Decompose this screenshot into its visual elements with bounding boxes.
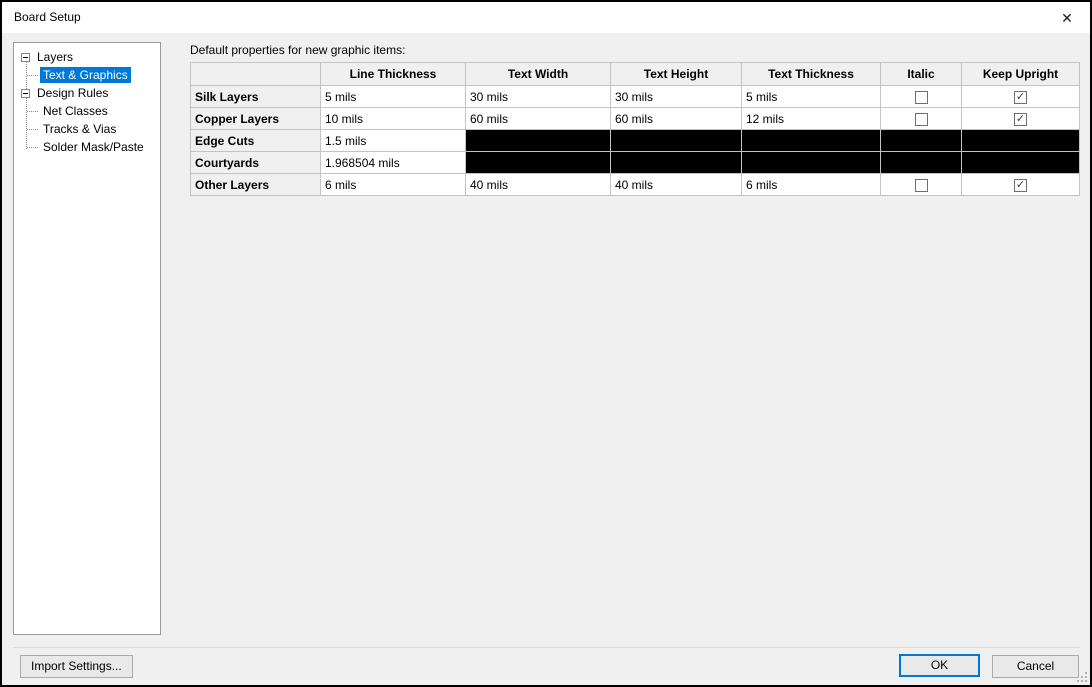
graphics-table-body: Silk Layers5 mils30 mils30 mils5 mils✓Co… <box>191 86 1080 196</box>
value-cell[interactable]: 40 mils <box>611 174 742 196</box>
import-settings-button[interactable]: Import Settings... <box>20 655 133 678</box>
italic-checkbox[interactable] <box>915 91 928 104</box>
value-cell[interactable]: 60 mils <box>611 108 742 130</box>
blacked-out-cell <box>881 152 962 174</box>
row-label: Courtyards <box>191 152 321 174</box>
default-properties-caption: Default properties for new graphic items… <box>190 43 405 57</box>
tree-item-label[interactable]: Tracks & Vias <box>40 121 119 137</box>
tree-item-label[interactable]: Design Rules <box>34 85 111 101</box>
col-header-keep-upright: Keep Upright <box>962 63 1080 86</box>
table-row: Other Layers6 mils40 mils40 mils6 mils✓ <box>191 174 1080 196</box>
italic-cell <box>881 86 962 108</box>
board-setup-dialog: Board Setup ✕ Layers Text & Graphics Des… <box>0 0 1092 687</box>
row-label: Silk Layers <box>191 86 321 108</box>
value-cell[interactable]: 6 mils <box>321 174 466 196</box>
tree-item-layers[interactable]: Layers <box>14 48 160 66</box>
resize-grip[interactable] <box>1076 671 1087 682</box>
tree-item-label[interactable]: Text & Graphics <box>40 67 131 83</box>
table-row: Silk Layers5 mils30 mils30 mils5 mils✓ <box>191 86 1080 108</box>
tree-item-label[interactable]: Layers <box>34 49 76 65</box>
collapse-icon[interactable] <box>21 89 30 98</box>
keep-upright-cell: ✓ <box>962 174 1080 196</box>
tree-item-label[interactable]: Net Classes <box>40 103 111 119</box>
title-bar: Board Setup ✕ <box>2 2 1090 33</box>
col-header-line-thickness: Line Thickness <box>321 63 466 86</box>
value-cell[interactable]: 1.968504 mils <box>321 152 466 174</box>
tree-stub <box>27 111 38 112</box>
tree-item-text-and-graphics[interactable]: Text & Graphics <box>14 66 160 84</box>
table-header-row: Line Thickness Text Width Text Height Te… <box>191 63 1080 86</box>
blacked-out-cell <box>962 152 1080 174</box>
window-title: Board Setup <box>14 2 81 33</box>
blacked-out-cell <box>611 130 742 152</box>
blacked-out-cell <box>742 130 881 152</box>
table-row: Courtyards1.968504 mils <box>191 152 1080 174</box>
col-header-text-thickness: Text Thickness <box>742 63 881 86</box>
italic-checkbox[interactable] <box>915 113 928 126</box>
ok-button[interactable]: OK <box>899 654 980 677</box>
blacked-out-cell <box>611 152 742 174</box>
value-cell[interactable]: 30 mils <box>611 86 742 108</box>
row-label: Copper Layers <box>191 108 321 130</box>
italic-checkbox[interactable] <box>915 179 928 192</box>
tree-stub <box>27 129 38 130</box>
blacked-out-cell <box>466 130 611 152</box>
blacked-out-cell <box>742 152 881 174</box>
col-header-italic: Italic <box>881 63 962 86</box>
tree-item-label[interactable]: Solder Mask/Paste <box>40 139 147 155</box>
tree-item-solder-mask-paste[interactable]: Solder Mask/Paste <box>14 138 160 156</box>
row-label: Edge Cuts <box>191 130 321 152</box>
blacked-out-cell <box>962 130 1080 152</box>
value-cell[interactable]: 60 mils <box>466 108 611 130</box>
value-cell[interactable]: 10 mils <box>321 108 466 130</box>
value-cell[interactable]: 5 mils <box>321 86 466 108</box>
settings-tree-panel: Layers Text & Graphics Design Rules Net … <box>13 42 161 635</box>
value-cell[interactable]: 5 mils <box>742 86 881 108</box>
collapse-icon[interactable] <box>21 53 30 62</box>
blacked-out-cell <box>466 152 611 174</box>
value-cell[interactable]: 6 mils <box>742 174 881 196</box>
col-header-text-width: Text Width <box>466 63 611 86</box>
corner-header-cell <box>191 63 321 86</box>
keep-upright-checkbox[interactable]: ✓ <box>1014 91 1027 104</box>
keep-upright-cell: ✓ <box>962 108 1080 130</box>
italic-cell <box>881 108 962 130</box>
blacked-out-cell <box>881 130 962 152</box>
value-cell[interactable]: 12 mils <box>742 108 881 130</box>
tree-stub <box>27 147 38 148</box>
table-row: Edge Cuts1.5 mils <box>191 130 1080 152</box>
settings-tree: Layers Text & Graphics Design Rules Net … <box>14 43 160 156</box>
tree-item-net-classes[interactable]: Net Classes <box>14 102 160 120</box>
row-label: Other Layers <box>191 174 321 196</box>
graphics-defaults-table: Line Thickness Text Width Text Height Te… <box>190 62 1080 196</box>
value-cell[interactable]: 30 mils <box>466 86 611 108</box>
tree-stub <box>27 75 38 76</box>
footer-divider <box>13 647 1080 648</box>
tree-item-tracks-and-vias[interactable]: Tracks & Vias <box>14 120 160 138</box>
col-header-text-height: Text Height <box>611 63 742 86</box>
table-row: Copper Layers10 mils60 mils60 mils12 mil… <box>191 108 1080 130</box>
cancel-button[interactable]: Cancel <box>992 655 1079 678</box>
value-cell[interactable]: 1.5 mils <box>321 130 466 152</box>
value-cell[interactable]: 40 mils <box>466 174 611 196</box>
close-icon[interactable]: ✕ <box>1053 6 1081 30</box>
tree-item-design-rules[interactable]: Design Rules <box>14 84 160 102</box>
keep-upright-cell: ✓ <box>962 86 1080 108</box>
keep-upright-checkbox[interactable]: ✓ <box>1014 113 1027 126</box>
keep-upright-checkbox[interactable]: ✓ <box>1014 179 1027 192</box>
italic-cell <box>881 174 962 196</box>
